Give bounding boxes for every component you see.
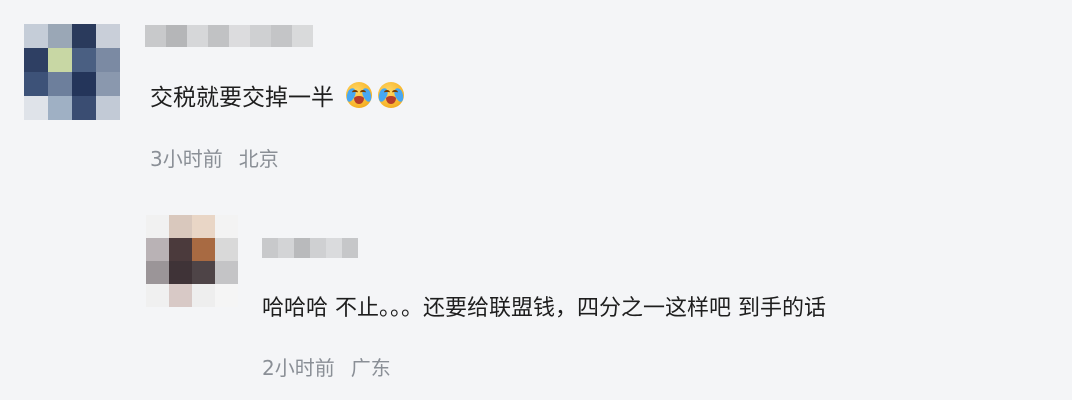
avatar-pixel: [72, 48, 96, 72]
reply-comment-text-content: 哈哈哈 不止。。。还要给联盟钱，四分之一这样吧 到手的话: [262, 296, 826, 321]
reply-username-blurred[interactable]: [262, 238, 358, 258]
avatar-pixel: [192, 261, 215, 284]
avatar-pixel: [169, 261, 192, 284]
avatar-pixel: [24, 24, 48, 48]
username-blur-segment: [229, 25, 250, 47]
reply-comment-meta: 2小时前 广东: [262, 352, 391, 381]
comment-text-content: 交税就要交掉一半: [150, 85, 334, 111]
avatar-pixel: [146, 261, 169, 284]
avatar-pixel: [96, 96, 120, 120]
comment-time: 3小时前: [150, 147, 223, 171]
reply-comment-text: 哈哈哈 不止。。。还要给联盟钱，四分之一这样吧 到手的话: [262, 290, 826, 322]
username-blur-segment: [342, 238, 358, 258]
username-blur-segment: [310, 238, 326, 258]
reply-user-avatar[interactable]: [146, 215, 238, 307]
avatar-pixel: [215, 238, 238, 261]
comment-text: 交税就要交掉一半: [150, 79, 406, 111]
avatar-pixel: [48, 96, 72, 120]
username-blur-segment: [187, 25, 208, 47]
reply-comment-time: 2小时前: [262, 356, 335, 380]
avatar-pixel: [48, 72, 72, 96]
comment-meta: 3小时前 北京: [150, 143, 279, 172]
avatar-pixel: [96, 48, 120, 72]
username-blur-segment: [262, 238, 278, 258]
username-blur-segment: [278, 238, 294, 258]
avatar-pixel: [48, 24, 72, 48]
username-blur-segment: [271, 25, 292, 47]
avatar-pixel: [169, 215, 192, 238]
avatar-pixel: [169, 284, 192, 307]
username-blur-segment: [294, 238, 310, 258]
avatar-pixel: [146, 215, 169, 238]
username-blur-segment: [292, 25, 313, 47]
avatar-pixel: [192, 215, 215, 238]
avatar-pixel: [72, 96, 96, 120]
crying-laughing-emoji-icon: [344, 82, 374, 108]
username-blur-segment: [326, 238, 342, 258]
avatar-pixel: [146, 238, 169, 261]
reply-comment-location: 广东: [350, 356, 391, 380]
comment-location: 北京: [238, 147, 279, 171]
avatar-pixel: [146, 284, 169, 307]
avatar-pixel: [24, 96, 48, 120]
avatar-pixel: [24, 72, 48, 96]
avatar-pixel: [72, 72, 96, 96]
avatar-pixel: [169, 238, 192, 261]
avatar-pixel: [24, 48, 48, 72]
username-blur-segment: [166, 25, 187, 47]
avatar-pixel: [215, 284, 238, 307]
crying-laughing-emoji-icon: [376, 82, 406, 108]
avatar-pixel: [192, 238, 215, 261]
avatar-pixel: [96, 24, 120, 48]
avatar-pixel: [215, 215, 238, 238]
avatar-pixel: [96, 72, 120, 96]
user-avatar[interactable]: [24, 24, 120, 120]
username-blurred[interactable]: [145, 25, 313, 47]
avatar-pixel: [48, 48, 72, 72]
username-blur-segment: [250, 25, 271, 47]
avatar-pixel: [215, 261, 238, 284]
avatar-pixel: [72, 24, 96, 48]
username-blur-segment: [208, 25, 229, 47]
username-blur-segment: [145, 25, 166, 47]
avatar-pixel: [192, 284, 215, 307]
